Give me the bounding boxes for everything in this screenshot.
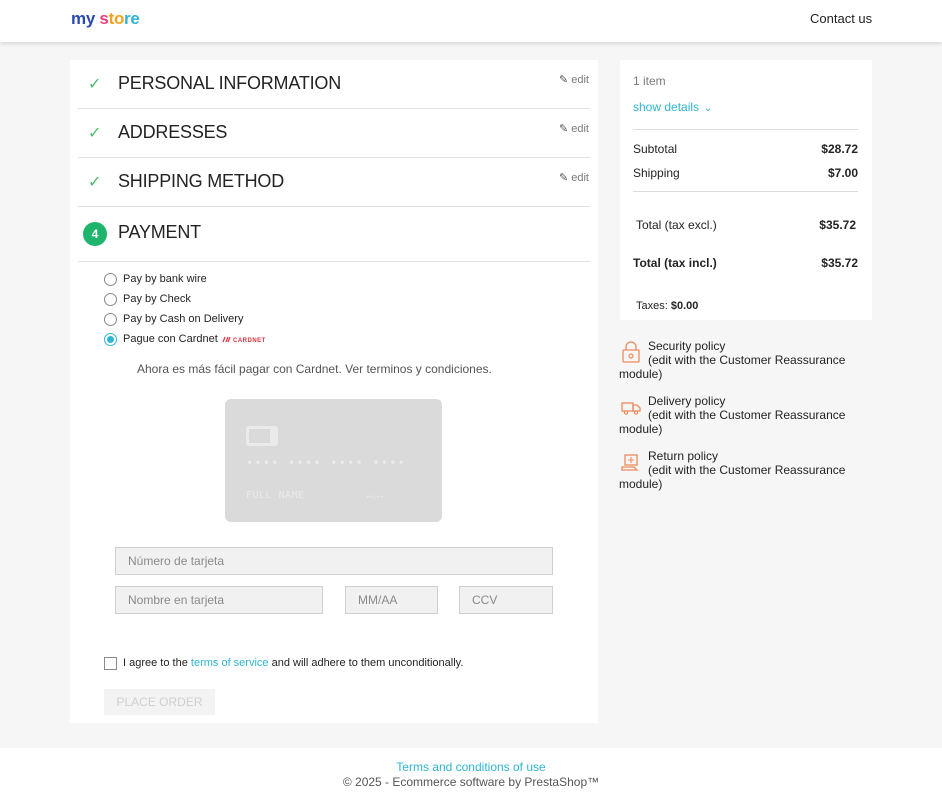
checkout-steps-panel: ✓ PERSONAL INFORMATION ✎ edit ✓ ADDRESSES…: [70, 60, 598, 723]
radio-button[interactable]: [104, 293, 117, 306]
pencil-icon: ✎: [559, 172, 569, 184]
terms-checkbox[interactable]: [104, 657, 117, 670]
store-logo[interactable]: my store: [71, 9, 140, 29]
truck-icon: [621, 402, 641, 415]
terms-conditions-link[interactable]: Terms and conditions of use: [0, 760, 942, 774]
step-title: PAYMENT: [118, 222, 201, 242]
subtotal-row: Subtotal $28.72: [633, 142, 858, 156]
step-title: PERSONAL INFORMATION: [118, 73, 342, 93]
chevron-down-icon: ⌄: [704, 103, 713, 114]
total-incl-row: Total (tax incl.) $35.72: [633, 256, 858, 270]
total-incl-value: $35.72: [821, 256, 858, 270]
cardnet-logo: CARDNET: [222, 336, 266, 344]
step-personal-information[interactable]: ✓ PERSONAL INFORMATION ✎ edit: [78, 60, 590, 109]
site-header: my store Contact us: [0, 0, 942, 42]
return-box-icon: [621, 454, 639, 471]
pencil-icon: ✎: [559, 74, 569, 86]
terms-of-service-link[interactable]: terms of service: [191, 657, 269, 669]
radio-button[interactable]: [104, 313, 117, 326]
card-expiry-mask: ••/••: [366, 494, 385, 501]
step-title: SHIPPING METHOD: [118, 171, 285, 191]
step-addresses[interactable]: ✓ ADDRESSES ✎ edit: [78, 109, 590, 158]
cardnet-mark-icon: [222, 336, 231, 343]
subtotal-value: $28.72: [821, 142, 858, 156]
payment-info-text: Ahora es más fácil pagar con Cardnet. Ve…: [137, 362, 492, 376]
radio-button[interactable]: [104, 273, 117, 286]
copyright-text: © 2025 - Ecommerce software by PrestaSho…: [342, 775, 600, 789]
step-payment: 4 PAYMENT: [78, 208, 590, 262]
lock-icon: [622, 341, 640, 363]
item-count: 1 item: [633, 74, 666, 88]
cvv-input[interactable]: CCV: [459, 586, 553, 614]
edit-button[interactable]: ✎ edit: [559, 122, 589, 135]
pencil-icon: ✎: [559, 123, 569, 135]
step-shipping-method[interactable]: ✓ SHIPPING METHOD ✎ edit: [78, 158, 590, 207]
payment-option-check[interactable]: Pay by Check: [104, 293, 344, 309]
shipping-value: $7.00: [827, 166, 858, 180]
total-excl-value: $35.72: [819, 218, 856, 232]
edit-button[interactable]: ✎ edit: [559, 73, 589, 86]
divider: [633, 191, 858, 192]
expiry-input[interactable]: MM/AA: [345, 586, 438, 614]
radio-button-selected[interactable]: [104, 333, 117, 346]
payment-option-cardnet[interactable]: Pague con Cardnet CARDNET: [104, 333, 344, 349]
show-details-toggle[interactable]: show details ⌄: [633, 100, 712, 114]
step-number-badge: 4: [83, 222, 107, 246]
payment-option-bank-wire[interactable]: Pay by bank wire: [104, 273, 344, 289]
order-summary: 1 item show details ⌄ Subtotal $28.72 Shi…: [620, 60, 872, 320]
edit-button[interactable]: ✎ edit: [559, 171, 589, 184]
shipping-row: Shipping $7.00: [633, 166, 858, 180]
taxes-line: Taxes: $0.00: [636, 300, 699, 312]
payment-option-cash-on-delivery[interactable]: Pay by Cash on Delivery: [104, 313, 344, 329]
contact-us-link[interactable]: Contact us: [810, 11, 872, 26]
total-excl-row: Total (tax excl.) $35.72: [636, 218, 856, 232]
check-icon: ✓: [88, 76, 102, 93]
card-name-input[interactable]: Nombre en tarjeta: [115, 586, 323, 614]
check-icon: ✓: [88, 125, 102, 142]
divider: [633, 129, 858, 130]
check-icon: ✓: [88, 174, 102, 191]
step-title: ADDRESSES: [118, 122, 228, 142]
card-preview: •••• •••• •••• •••• FULL NAME ••/••: [225, 399, 442, 522]
card-number-mask: •••• •••• •••• ••••: [246, 456, 407, 470]
card-full-name: FULL NAME: [246, 490, 305, 501]
card-chip-icon: [246, 426, 278, 446]
site-footer: Terms and conditions of use © 2025 - Eco…: [0, 748, 942, 800]
place-order-button[interactable]: PLACE ORDER: [104, 689, 215, 715]
card-number-input[interactable]: Número de tarjeta: [115, 547, 553, 575]
